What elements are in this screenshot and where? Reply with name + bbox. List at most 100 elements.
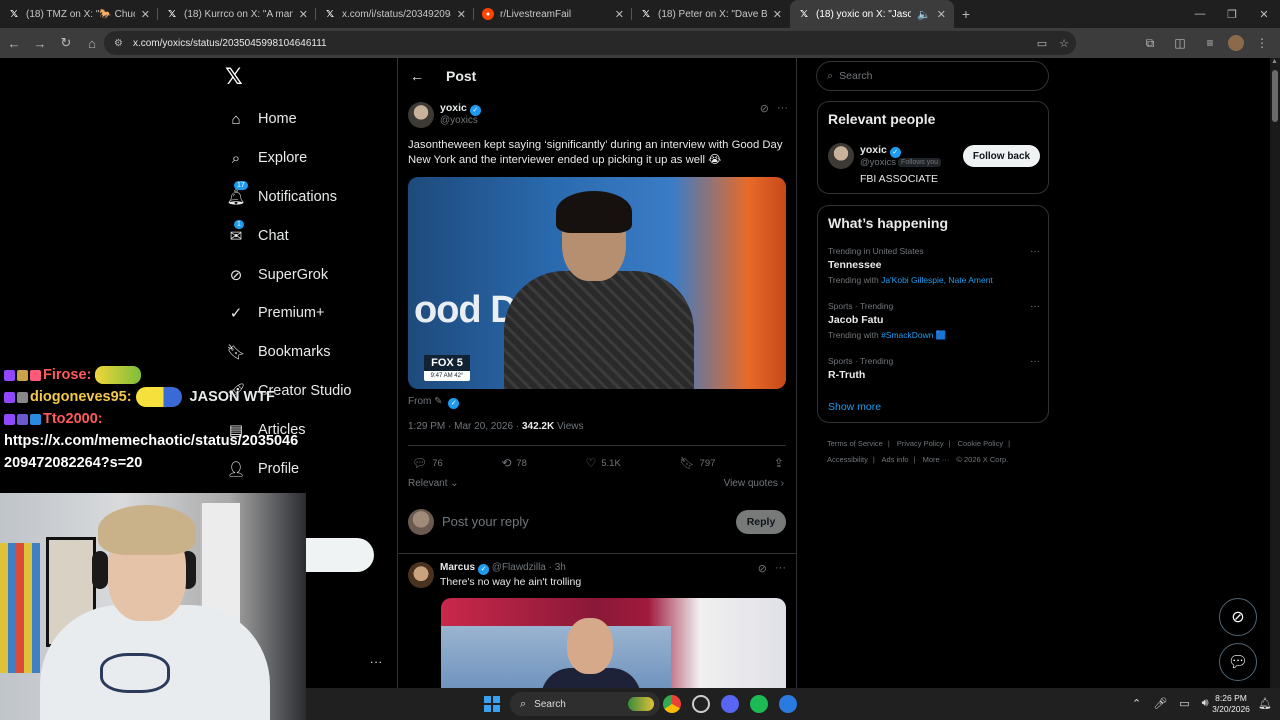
taskbar-search[interactable]: ⌕ Search	[510, 692, 660, 716]
avatar[interactable]	[408, 562, 434, 588]
back-arrow-icon[interactable]: ←	[410, 68, 430, 84]
chrome-icon[interactable]	[663, 695, 681, 713]
browser-tab-2[interactable]: 𝕏 (18) Kurrco on X: "A man has pl ✕	[158, 0, 316, 28]
close-tab-icon[interactable]: ✕	[141, 8, 150, 21]
grok-icon[interactable]: ⊘	[758, 562, 767, 575]
more-options-icon[interactable]: ···	[777, 102, 788, 115]
trend-item[interactable]: Sports · Trending Jacob Fatu Trending wi…	[828, 301, 1040, 341]
relevant-people-panel: Relevant people yoxic ✓ @yoxics Follows yo…	[817, 101, 1049, 194]
search-input[interactable]: ⌕ Search	[816, 61, 1049, 91]
microphone-icon[interactable]: 🎤︎	[1153, 697, 1167, 710]
more-options-icon[interactable]: ···	[1030, 246, 1040, 257]
person-handle[interactable]: @yoxics Follows you	[860, 157, 942, 168]
grok-icon[interactable]: ⊘	[760, 102, 769, 115]
grok-fab-button[interactable]: ⊘	[1219, 598, 1257, 636]
browser-tab-1[interactable]: 𝕏 (18) TMZ on X: "🐎 Chuck Norris ✕	[0, 0, 158, 28]
browser-tab-5[interactable]: 𝕏 (18) Peter on X: "Dave Bautista ✕	[632, 0, 790, 28]
x-logo-icon[interactable]: 𝕏	[225, 66, 247, 88]
footer-link[interactable]: Privacy Policy	[897, 439, 944, 448]
account-menu-dots[interactable]: ...	[370, 652, 383, 666]
profile-avatar[interactable]	[1228, 35, 1244, 51]
sidebar-item-supergrok[interactable]: ⊘ SuperGrok	[226, 255, 352, 294]
reading-list-icon[interactable]: ≡	[1198, 31, 1222, 55]
reply-button[interactable]: Reply	[736, 510, 786, 534]
reply-sort-dropdown[interactable]: Relevant ⌄	[408, 478, 459, 489]
footer-link[interactable]: Accessibility	[827, 455, 868, 464]
more-options-icon[interactable]: ···	[1030, 356, 1040, 367]
footer-link[interactable]: More ···	[923, 455, 950, 464]
close-tab-icon[interactable]: ✕	[457, 8, 466, 21]
sidebar-item-premium[interactable]: ✓ Premium+	[226, 294, 352, 333]
reply-action[interactable]: 💬︎ 76	[412, 456, 443, 470]
reload-icon[interactable]: ↻	[54, 31, 78, 55]
chevron-up-icon[interactable]: ⌃	[1132, 697, 1141, 710]
reply-input[interactable]: Post your reply	[442, 514, 529, 529]
obs-icon[interactable]	[692, 695, 710, 713]
notification-center-icon[interactable]: 🔔︎	[1258, 697, 1272, 710]
sidebar-item-home[interactable]: ⌂ Home	[226, 100, 352, 139]
sidebar-item-chat[interactable]: ✉ 1 Chat	[226, 216, 352, 255]
follow-back-button[interactable]: Follow back	[963, 145, 1040, 167]
person-name[interactable]: yoxic ✓	[860, 144, 901, 158]
app-icon[interactable]	[779, 695, 797, 713]
bookmark-action[interactable]: 🔖︎ 797	[679, 456, 715, 470]
bookmark-star-icon[interactable]: ☆	[1056, 35, 1072, 51]
sidebar-item-explore[interactable]: ⌕ Explore	[226, 139, 352, 178]
post-video[interactable]: ood D w FOX 5 9:47 AM 42°	[408, 177, 786, 389]
maximize-icon[interactable]: ❐	[1216, 0, 1248, 28]
network-icon[interactable]: ▭	[1179, 697, 1189, 710]
page-scrollbar[interactable]: ▲	[1270, 58, 1280, 688]
install-app-icon[interactable]: ▭	[1034, 35, 1050, 51]
close-tab-icon[interactable]: ✕	[615, 8, 624, 21]
forward-arrow-icon[interactable]: →	[28, 31, 52, 55]
discord-icon[interactable]	[721, 695, 739, 713]
browser-tab-3[interactable]: 𝕏 x.com/i/status/2034920947296 ✕	[316, 0, 474, 28]
close-window-icon[interactable]: ✕	[1248, 0, 1280, 28]
post-timestamp[interactable]: 1:29 PM · Mar 20, 2026 ·	[408, 421, 522, 432]
show-more-link[interactable]: Show more	[828, 401, 881, 413]
footer-link[interactable]: Terms of Service	[827, 439, 883, 448]
browser-tab-4[interactable]: ● r/LivestreamFail ✕	[474, 0, 632, 28]
taskbar-clock[interactable]: 8:26 PM 3/20/2026	[1206, 693, 1256, 715]
share-action[interactable]: ⇪	[774, 456, 784, 470]
scrollbar-thumb[interactable]	[1272, 70, 1278, 122]
site-settings-icon[interactable]: ⚙	[114, 38, 123, 49]
more-options-icon[interactable]: ···	[1030, 301, 1040, 312]
trend-item[interactable]: Trending in United States Tennessee Tren…	[828, 246, 1040, 285]
avatar[interactable]	[408, 102, 434, 128]
source-attribution[interactable]: From ✎ ✓	[408, 396, 460, 409]
minimize-icon[interactable]: —	[1184, 0, 1216, 28]
split-view-icon[interactable]: ◫	[1168, 31, 1192, 55]
close-tab-icon[interactable]: ✕	[299, 8, 308, 21]
reply-handle[interactable]: @Flawdzilla	[492, 562, 546, 573]
address-bar[interactable]: ⚙ x.com/yoxics/status/203504599810464611…	[104, 31, 1076, 55]
speaker-icon[interactable]: 🔈	[917, 8, 931, 21]
view-quotes-link[interactable]: View quotes ›	[724, 478, 784, 489]
reply-time[interactable]: 3h	[555, 562, 566, 573]
reply-author[interactable]: Marcus	[440, 562, 475, 573]
repost-action[interactable]: ⟲ 78	[501, 456, 527, 470]
home-icon[interactable]: ⌂	[80, 31, 104, 55]
spotify-icon[interactable]	[750, 695, 768, 713]
new-tab-button[interactable]: +	[954, 6, 978, 22]
sidebar-item-notifications[interactable]: 🔔︎ 17 Notifications	[226, 178, 352, 217]
messages-fab-button[interactable]: 💬︎	[1219, 643, 1257, 681]
browser-tab-6-active[interactable]: 𝕏 (18) yoxic on X: "Jasonthewe 🔈 ✕	[790, 0, 954, 28]
browser-menu-icon[interactable]: ⋮	[1250, 31, 1274, 55]
post-button[interactable]	[306, 538, 374, 572]
close-tab-icon[interactable]: ✕	[937, 8, 946, 21]
author-handle[interactable]: @yoxics	[440, 115, 478, 126]
scroll-up-icon[interactable]: ▲	[1271, 58, 1278, 65]
author-name[interactable]: yoxic ✓	[440, 102, 481, 116]
more-options-icon[interactable]: ···	[775, 562, 786, 575]
like-action[interactable]: ♡ 5.1K	[585, 456, 620, 470]
extensions-icon[interactable]: ⧉	[1138, 31, 1162, 55]
windows-start-icon[interactable]	[484, 696, 500, 712]
footer-link[interactable]: Cookie Policy	[958, 439, 1003, 448]
back-arrow-icon[interactable]: ←	[2, 31, 26, 55]
avatar[interactable]	[828, 143, 854, 169]
trend-item[interactable]: Sports · Trending R-Truth ···	[828, 356, 1040, 381]
reply-media[interactable]	[441, 598, 786, 688]
close-tab-icon[interactable]: ✕	[773, 8, 782, 21]
footer-link[interactable]: Ads info	[881, 455, 908, 464]
